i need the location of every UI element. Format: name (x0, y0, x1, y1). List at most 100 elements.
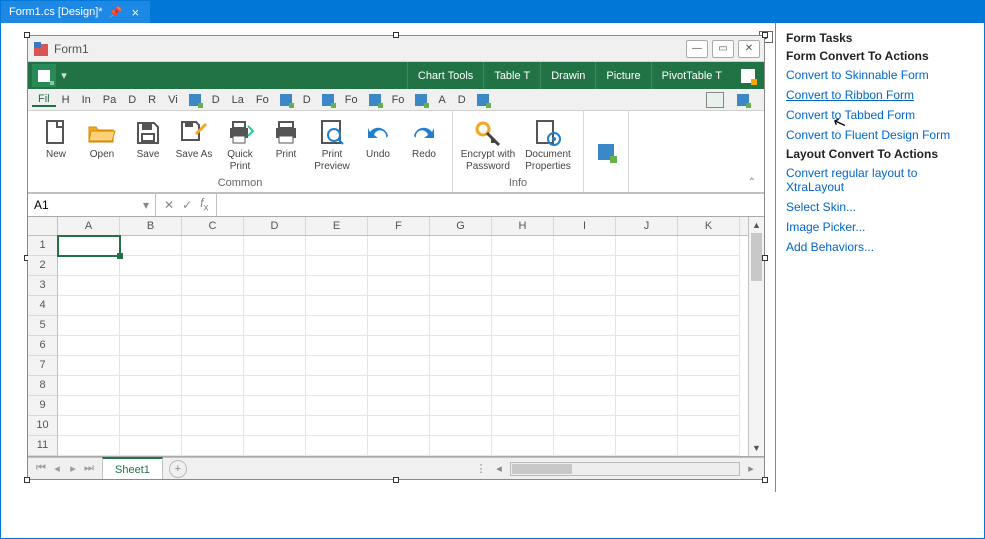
sheet-nav-next-icon[interactable]: ▸ (66, 462, 80, 475)
ctx-tab-d[interactable]: D (206, 94, 226, 106)
cell[interactable] (492, 356, 554, 376)
vertical-scrollbar[interactable]: ▲ ▼ (748, 217, 764, 456)
cell[interactable] (244, 236, 306, 256)
link-ribbon-form[interactable]: Convert to Ribbon Form (776, 85, 984, 105)
cell[interactable] (120, 316, 182, 336)
col-header[interactable]: G (430, 217, 492, 235)
cell[interactable] (492, 436, 554, 456)
cell[interactable] (616, 356, 678, 376)
cell[interactable] (306, 276, 368, 296)
cell[interactable] (616, 296, 678, 316)
cell[interactable] (430, 296, 492, 316)
cell[interactable] (306, 416, 368, 436)
ribbon-end-icon[interactable] (706, 92, 724, 108)
cell[interactable] (244, 296, 306, 316)
cell[interactable] (306, 236, 368, 256)
accept-formula-icon[interactable]: ✓ (182, 198, 192, 212)
cell[interactable] (616, 396, 678, 416)
cell[interactable] (678, 436, 740, 456)
cell[interactable] (244, 356, 306, 376)
close-button[interactable]: ✕ (738, 40, 760, 58)
grid[interactable]: A B C D E F G H I J K 1234567891011 (28, 217, 748, 456)
scroll-down-icon[interactable]: ▼ (749, 440, 764, 456)
cell[interactable] (492, 296, 554, 316)
cell[interactable] (368, 396, 430, 416)
cell[interactable] (616, 316, 678, 336)
tab-view[interactable]: Vi (162, 94, 184, 106)
cell[interactable] (554, 236, 616, 256)
ctx-tab-fo[interactable]: Fo (250, 94, 275, 106)
add-page-icon-4[interactable] (366, 92, 384, 108)
cell[interactable] (120, 236, 182, 256)
row-header[interactable]: 1 (28, 236, 58, 256)
cell[interactable] (616, 416, 678, 436)
cell[interactable] (492, 376, 554, 396)
cell[interactable] (430, 316, 492, 336)
link-xtralayout[interactable]: Convert regular layout to XtraLayout (776, 163, 984, 197)
cell[interactable] (368, 256, 430, 276)
cell[interactable] (616, 256, 678, 276)
cell[interactable] (306, 396, 368, 416)
cell[interactable] (58, 256, 120, 276)
link-skinnable-form[interactable]: Convert to Skinnable Form (776, 65, 984, 85)
cell[interactable] (58, 356, 120, 376)
cell[interactable] (678, 416, 740, 436)
cell[interactable] (244, 336, 306, 356)
cell[interactable] (244, 436, 306, 456)
cell[interactable] (58, 436, 120, 456)
cell[interactable] (182, 296, 244, 316)
cell[interactable] (58, 396, 120, 416)
row-header[interactable]: 11 (28, 436, 58, 456)
context-tab-drawing[interactable]: Drawin (540, 62, 595, 89)
cell[interactable] (678, 376, 740, 396)
cell[interactable] (492, 236, 554, 256)
cell[interactable] (554, 256, 616, 276)
ctx-tab-fo2[interactable]: Fo (339, 94, 364, 106)
ctx-tab-la[interactable]: La (226, 94, 250, 106)
context-tab-table-tools[interactable]: Table T (483, 62, 540, 89)
add-category-icon[interactable] (740, 68, 756, 84)
sheet-nav-first-icon[interactable]: ⏮ (34, 462, 48, 475)
cell[interactable] (430, 436, 492, 456)
cell[interactable] (244, 416, 306, 436)
close-icon[interactable]: × (128, 5, 142, 19)
row-header[interactable]: 6 (28, 336, 58, 356)
cell[interactable] (554, 336, 616, 356)
col-header[interactable]: E (306, 217, 368, 235)
row-header[interactable]: 10 (28, 416, 58, 436)
open-button[interactable]: Open (80, 115, 124, 175)
cell[interactable] (244, 276, 306, 296)
cell[interactable] (120, 416, 182, 436)
cell[interactable] (182, 316, 244, 336)
document-tab[interactable]: Form1.cs [Design]* 📌 × (1, 1, 150, 23)
context-tab-picture[interactable]: Picture (595, 62, 650, 89)
add-page-icon-5[interactable] (412, 92, 430, 108)
row-header[interactable]: 2 (28, 256, 58, 276)
new-button[interactable]: New (34, 115, 78, 175)
link-select-skin[interactable]: Select Skin... (776, 197, 984, 217)
cell[interactable] (430, 416, 492, 436)
cell[interactable] (306, 436, 368, 456)
cell[interactable] (182, 436, 244, 456)
save-as-button[interactable]: Save As (172, 115, 216, 175)
collapse-ribbon-icon[interactable]: ⌃ (748, 177, 756, 188)
cell[interactable] (58, 336, 120, 356)
cell[interactable] (678, 256, 740, 276)
cell[interactable] (430, 356, 492, 376)
cell[interactable] (678, 336, 740, 356)
select-all-corner[interactable] (28, 217, 58, 235)
cell[interactable] (182, 236, 244, 256)
link-image-picker[interactable]: Image Picker... (776, 217, 984, 237)
redo-button[interactable]: Redo (402, 115, 446, 175)
cell[interactable] (616, 376, 678, 396)
cell[interactable] (492, 276, 554, 296)
cell[interactable] (678, 296, 740, 316)
scroll-up-icon[interactable]: ▲ (749, 217, 764, 233)
formula-input[interactable] (217, 194, 764, 216)
cell[interactable] (554, 396, 616, 416)
row-header[interactable]: 5 (28, 316, 58, 336)
col-header[interactable]: C (182, 217, 244, 235)
cell[interactable] (616, 436, 678, 456)
cell[interactable] (430, 336, 492, 356)
cell[interactable] (430, 396, 492, 416)
